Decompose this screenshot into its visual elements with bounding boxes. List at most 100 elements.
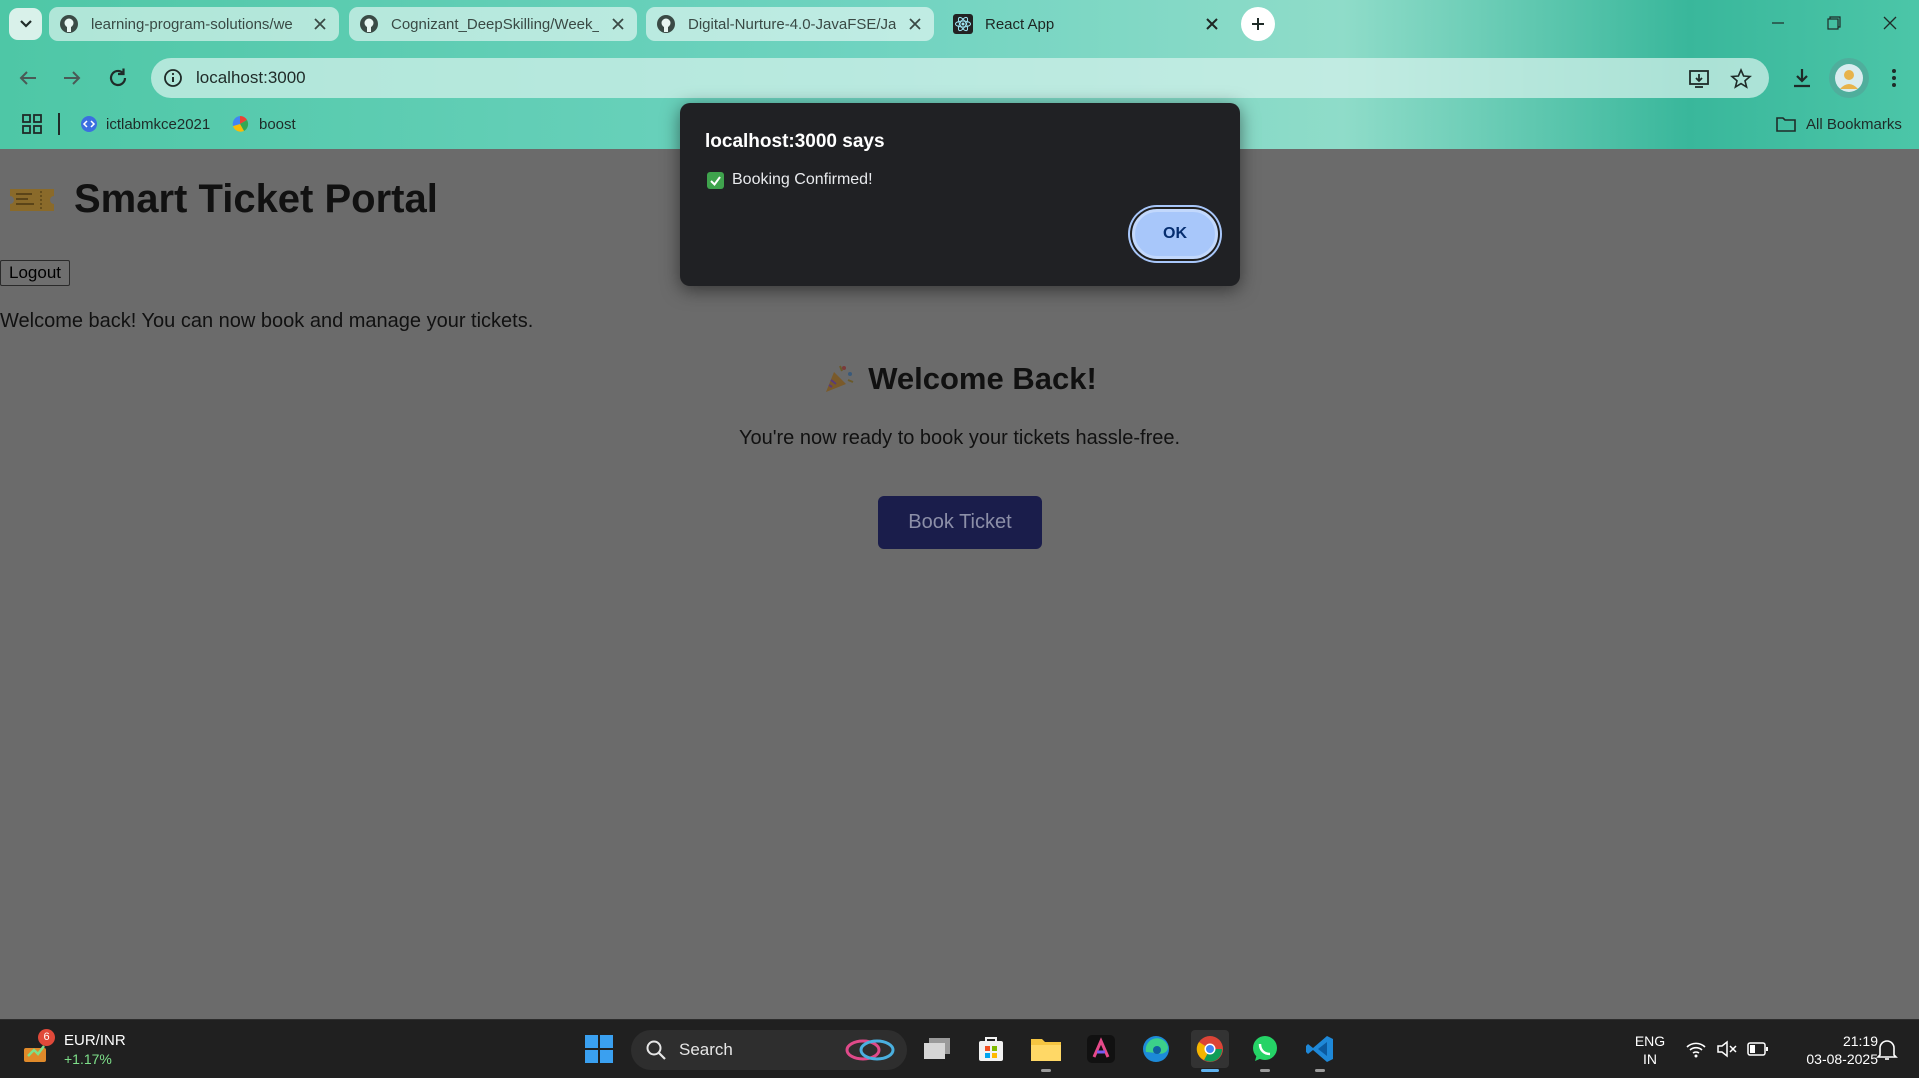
site-info-icon[interactable]	[161, 66, 185, 90]
reload-icon[interactable]	[106, 66, 130, 90]
whatsapp-button[interactable]	[1246, 1030, 1284, 1072]
clock-date: 03-08-2025	[1806, 1051, 1878, 1067]
github-icon	[657, 15, 675, 33]
adobe-button[interactable]	[1082, 1030, 1120, 1068]
notification-badge: 6	[38, 1029, 55, 1046]
welcome-message: Welcome back! You can now book and manag…	[0, 310, 534, 332]
bookmark-label: boost	[259, 115, 296, 133]
running-indicator	[1315, 1069, 1325, 1072]
react-icon	[953, 14, 973, 34]
search-icon	[646, 1040, 666, 1060]
store-icon	[979, 1037, 1003, 1061]
tab-react-app[interactable]: React App	[943, 7, 1231, 41]
restore-button[interactable]	[1806, 0, 1862, 46]
ticker-label: EUR/INR	[64, 1032, 126, 1049]
vscode-icon	[1306, 1036, 1333, 1062]
battery-icon[interactable]	[1747, 1041, 1769, 1057]
store-button[interactable]	[972, 1030, 1010, 1068]
close-icon[interactable]	[906, 15, 924, 33]
github-icon	[60, 15, 78, 33]
checkmark-icon	[707, 171, 724, 189]
star-icon[interactable]	[1729, 67, 1753, 91]
chrome-button[interactable]	[1191, 1030, 1229, 1072]
bookmark-boost[interactable]: boost	[231, 112, 296, 136]
page-title: Smart Ticket Portal	[0, 177, 438, 222]
tab-title: React App	[985, 15, 1055, 33]
tab-title: Digital-Nurture-4.0-JavaFSE/Jav	[688, 15, 896, 33]
chrome-icon	[1196, 1036, 1223, 1062]
search-highlight-icon	[845, 1039, 895, 1061]
avatar-icon	[1835, 64, 1863, 92]
running-indicator	[1260, 1069, 1270, 1072]
google-icon	[232, 115, 249, 132]
tab-title: Cognizant_DeepSkilling/Week_	[391, 15, 599, 33]
tab-title: learning-program-solutions/we	[91, 15, 293, 33]
welcome-heading-text: Welcome Back!	[868, 361, 1097, 396]
alert-dialog: localhost:3000 says Booking Confirmed! O…	[680, 103, 1240, 286]
address-bar[interactable]: localhost:3000	[151, 58, 1769, 98]
search-label: Search	[679, 1040, 733, 1059]
minimize-button[interactable]	[1750, 0, 1806, 46]
notification-bell-icon[interactable]	[1876, 1038, 1898, 1062]
clock[interactable]: 21:19 03-08-2025	[1782, 1032, 1878, 1068]
adobe-icon	[1087, 1035, 1115, 1063]
logout-button[interactable]: Logout	[0, 260, 70, 286]
apps-grid-icon[interactable]	[22, 114, 42, 134]
folder-icon	[1031, 1039, 1061, 1061]
profile-avatar[interactable]	[1829, 58, 1869, 98]
tab-digital-nurture[interactable]: Digital-Nurture-4.0-JavaFSE/Jav	[646, 7, 934, 41]
wifi-icon[interactable]	[1685, 1039, 1707, 1059]
tab-cognizant[interactable]: Cognizant_DeepSkilling/Week_	[349, 7, 637, 41]
active-indicator	[1201, 1069, 1219, 1072]
download-icon[interactable]	[1790, 66, 1814, 90]
install-app-icon[interactable]	[1687, 67, 1711, 91]
task-view-icon	[924, 1038, 950, 1059]
dialog-message: Booking Confirmed!	[707, 171, 873, 189]
github-icon	[360, 15, 378, 33]
windows-icon	[585, 1035, 613, 1063]
url-text: localhost:3000	[196, 68, 306, 87]
close-icon[interactable]	[609, 15, 627, 33]
whatsapp-icon	[1253, 1036, 1277, 1061]
task-view-button[interactable]	[918, 1030, 956, 1068]
weather-widget[interactable]: 6 EUR/INR +1.17%	[22, 1028, 126, 1072]
taskbar-search[interactable]: Search	[631, 1030, 907, 1070]
code-icon	[81, 116, 97, 132]
dialog-title: localhost:3000 says	[705, 131, 885, 152]
new-tab-button[interactable]	[1241, 7, 1275, 41]
running-indicator	[1041, 1069, 1051, 1072]
clock-time: 21:19	[1842, 1033, 1878, 1049]
close-window-button[interactable]	[1862, 0, 1918, 46]
tab-search-button[interactable]	[9, 8, 42, 40]
volume-muted-icon[interactable]	[1716, 1039, 1738, 1059]
file-explorer-button[interactable]	[1027, 1030, 1065, 1072]
tab-learning-program[interactable]: learning-program-solutions/we	[49, 7, 339, 41]
dialog-message-text: Booking Confirmed!	[732, 171, 873, 188]
bookmarks-divider	[58, 113, 60, 135]
all-bookmarks-button[interactable]: All Bookmarks	[1776, 112, 1902, 136]
start-button[interactable]	[580, 1030, 618, 1068]
edge-button[interactable]	[1137, 1030, 1175, 1068]
close-icon[interactable]	[311, 15, 329, 33]
language-top: ENG	[1634, 1033, 1666, 1049]
all-bookmarks-label: All Bookmarks	[1806, 115, 1902, 133]
chevron-down-icon	[19, 20, 32, 28]
tab-strip: learning-program-solutions/we Cognizant_…	[0, 0, 1919, 48]
ok-button[interactable]: OK	[1132, 209, 1218, 259]
welcome-subtitle: You're now ready to book your tickets ha…	[738, 427, 1181, 449]
forward-arrow-icon[interactable]	[60, 66, 84, 90]
language-indicator[interactable]: ENG IN	[1630, 1032, 1670, 1068]
edge-icon	[1143, 1036, 1169, 1062]
book-ticket-button[interactable]: Book Ticket	[878, 496, 1042, 549]
more-vertical-icon[interactable]	[1882, 66, 1906, 90]
party-popper-icon	[826, 365, 854, 392]
back-arrow-icon[interactable]	[16, 66, 40, 90]
ticket-icon	[10, 188, 54, 211]
widget-text: EUR/INR +1.17%	[64, 1031, 126, 1069]
restore-icon	[1827, 16, 1841, 30]
vscode-button[interactable]	[1301, 1030, 1339, 1072]
close-icon[interactable]	[1203, 15, 1221, 33]
bookmark-label: ictlabmkce2021	[106, 115, 211, 133]
welcome-heading: Welcome Back!	[0, 361, 1919, 397]
bookmark-ictlabmkce2021[interactable]: ictlabmkce2021	[80, 112, 210, 136]
